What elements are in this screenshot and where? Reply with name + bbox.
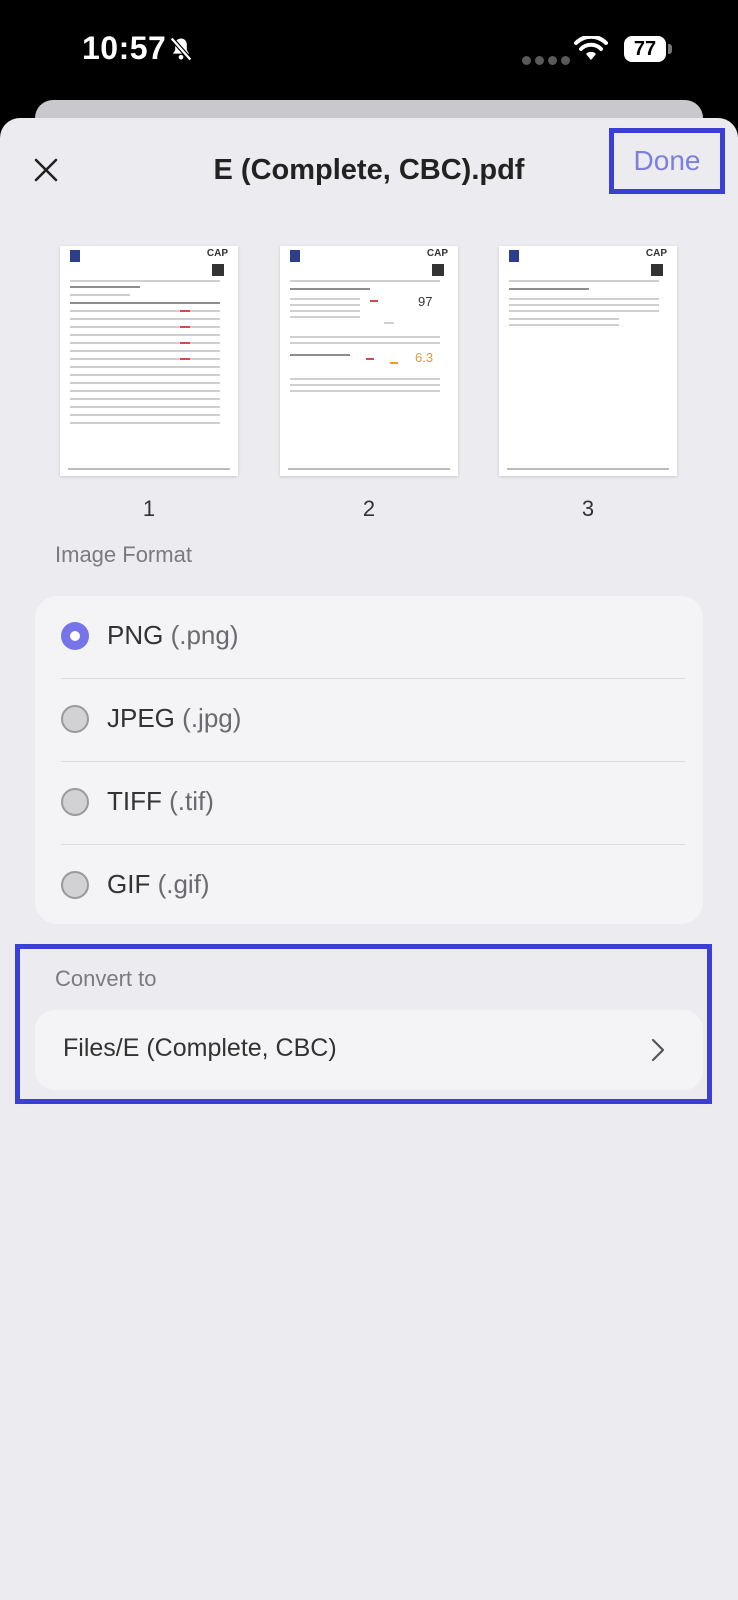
done-button[interactable]: Done: [609, 128, 725, 194]
format-ext: (.tif): [169, 786, 214, 816]
page-number-1: 1: [142, 496, 156, 521]
document-title: E (Complete, CBC).pdf: [213, 154, 525, 186]
close-icon: [34, 158, 58, 182]
image-format-options: PNG (.png) JPEG (.jpg) TIFF (.tif) GIF (…: [35, 596, 703, 924]
format-option-gif[interactable]: GIF (.gif): [35, 845, 703, 927]
qr-code: [651, 264, 663, 276]
format-ext: (.png): [170, 620, 239, 650]
radio-selected-icon: [61, 622, 89, 650]
wifi-icon: [574, 36, 608, 60]
lab-logo: [70, 250, 80, 262]
export-sheet: E (Complete, CBC).pdf Done CAP 1 CAP 97 …: [0, 118, 738, 1600]
status-time: 10:57: [82, 30, 167, 66]
cap-logo: CAP: [426, 248, 448, 259]
close-button[interactable]: [24, 148, 68, 192]
format-name: TIFF: [107, 786, 162, 816]
convert-destination-path: Files/E (Complete, CBC): [63, 1034, 337, 1062]
page-thumbnail-1[interactable]: CAP: [60, 246, 238, 476]
page-number-2: 2: [362, 496, 376, 521]
page-number-3: 3: [581, 496, 595, 521]
qr-code: [432, 264, 444, 276]
format-name: PNG: [107, 620, 164, 650]
radio-unselected-icon: [61, 871, 89, 899]
format-name: GIF: [107, 869, 151, 899]
format-name: JPEG: [107, 703, 175, 733]
lab-logo: [509, 250, 519, 262]
hba1c-value: 6.3: [415, 350, 434, 365]
page-thumbnail-3[interactable]: CAP: [499, 246, 677, 476]
format-ext: (.jpg): [182, 703, 242, 733]
format-option-tiff[interactable]: TIFF (.tif): [35, 762, 703, 844]
convert-destination-row[interactable]: Files/E (Complete, CBC): [35, 1010, 703, 1090]
battery-indicator: 77: [624, 36, 666, 62]
format-option-jpeg[interactable]: JPEG (.jpg): [35, 679, 703, 761]
lab-logo: [290, 250, 300, 262]
format-option-png[interactable]: PNG (.png): [35, 596, 703, 678]
image-format-label: Image Format: [55, 542, 192, 567]
cap-logo: CAP: [206, 248, 228, 259]
status-bar: 10:57 77: [0, 0, 738, 100]
qr-code: [212, 264, 224, 276]
convert-to-label: Convert to: [55, 966, 157, 991]
page-thumbnail-2[interactable]: CAP 97 6.3: [280, 246, 458, 476]
battery-nub: [668, 44, 672, 54]
glucose-value: 97: [418, 294, 433, 309]
silent-bell-icon: [169, 36, 193, 62]
radio-unselected-icon: [61, 788, 89, 816]
signal-icon: [522, 52, 574, 70]
cap-logo: CAP: [645, 248, 667, 259]
radio-unselected-icon: [61, 705, 89, 733]
chevron-right-icon: [651, 1038, 665, 1062]
format-ext: (.gif): [157, 869, 210, 899]
